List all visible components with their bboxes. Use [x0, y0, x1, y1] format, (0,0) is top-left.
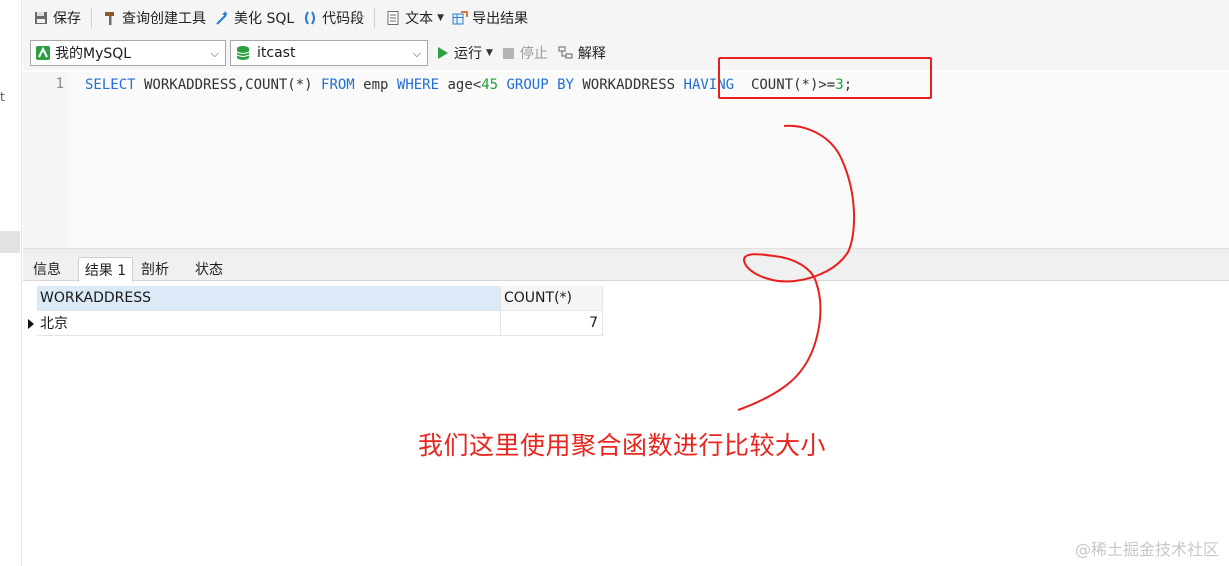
annotation-note: 我们这里使用聚合函数进行比较大小: [418, 431, 827, 460]
hand-drawn-arrow: [737, 124, 855, 411]
watermark: @稀土掘金技术社区: [1074, 540, 1219, 559]
